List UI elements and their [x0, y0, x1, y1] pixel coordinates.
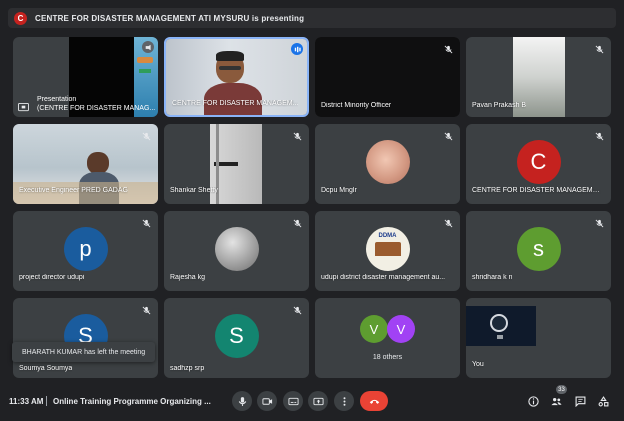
- meeting-details-button[interactable]: [525, 393, 541, 409]
- present-icon: [312, 397, 324, 405]
- tile-shankar-shetty[interactable]: Shankar Shetty: [164, 124, 309, 204]
- meeting-title: Online Training Programme Organizing ...: [53, 396, 211, 406]
- presentation-owner: (CENTRE FOR DISASTER MANAG...: [37, 105, 156, 112]
- participant-name: Shankar Shetty: [170, 187, 218, 194]
- pin-icon[interactable]: [142, 41, 154, 53]
- left-meeting-toast: BHARATH KUMAR has left the meeting: [12, 342, 155, 362]
- info-icon: [527, 395, 539, 407]
- avatar-image: [214, 227, 259, 271]
- tile-project-director-udupi[interactable]: p project director udupi: [13, 211, 158, 291]
- mic-off-icon: [442, 217, 454, 229]
- participant-name: shridhara k n: [472, 274, 513, 281]
- tile-dcpu-mnglr[interactable]: Dcpu Mnglr: [315, 124, 460, 204]
- mic-off-icon: [291, 304, 303, 316]
- presenting-banner: C CENTRE FOR DISASTER MANAGEMENT ATI MYS…: [8, 8, 616, 28]
- people-icon: [550, 397, 562, 405]
- camera-toggle-button[interactable]: [257, 391, 277, 411]
- avatar-image: [365, 140, 410, 184]
- participant-name: CENTRE FOR DISASTER MANAGEM...: [172, 100, 299, 107]
- current-time: 11:33 AM: [9, 396, 44, 406]
- camera-icon: [261, 397, 272, 405]
- participant-name: You: [472, 361, 484, 368]
- mic-toggle-button[interactable]: [232, 391, 252, 411]
- tile-others[interactable]: V V 18 others: [315, 298, 460, 378]
- ddma-logo: DDMA: [365, 227, 410, 271]
- avatar: s: [516, 227, 561, 271]
- tile-presentation[interactable]: Presentation (CENTRE FOR DISASTER MANAG.…: [13, 37, 158, 117]
- avatar: p: [63, 227, 108, 271]
- end-call-icon: [369, 399, 379, 404]
- mic-off-icon: [140, 217, 152, 229]
- tile-district-minority-officer[interactable]: District Minority Officer: [315, 37, 460, 117]
- tile-centre-disaster-2[interactable]: C CENTRE FOR DISASTER MANAGEMENT...: [466, 124, 611, 204]
- mic-off-icon: [291, 217, 303, 229]
- participant-video: [204, 51, 262, 115]
- mic-off-icon: [593, 130, 605, 142]
- mic-off-icon: [442, 130, 454, 142]
- self-logo: [490, 314, 508, 332]
- participant-name: CENTRE FOR DISASTER MANAGEMENT...: [472, 187, 604, 194]
- divider: [46, 396, 47, 406]
- chat-icon: [575, 396, 585, 407]
- others-count: 18 others: [372, 354, 403, 361]
- avatar-other-2: V: [387, 315, 415, 343]
- avatar-other-1: V: [360, 315, 388, 343]
- participant-name: Pavan Prakash B: [472, 102, 527, 109]
- mic-off-icon: [140, 130, 152, 142]
- mic-off-icon: [291, 130, 303, 142]
- tile-pavan-prakash[interactable]: Pavan Prakash B: [466, 37, 611, 117]
- captions-button[interactable]: [283, 391, 303, 411]
- chat-button[interactable]: [572, 393, 588, 409]
- participant-name: udupi district disaster management au...: [321, 274, 446, 281]
- more-icon: [343, 396, 345, 406]
- avatar: C: [516, 140, 561, 184]
- people-button[interactable]: [548, 393, 564, 409]
- tile-rajesha-kg[interactable]: Rajesha kg: [164, 211, 309, 291]
- presenter-avatar: C: [14, 11, 27, 25]
- activities-button[interactable]: [595, 393, 611, 409]
- mic-off-icon: [593, 43, 605, 55]
- activities-icon: [598, 395, 608, 406]
- tile-centre-disaster-speaking[interactable]: CENTRE FOR DISASTER MANAGEM...: [164, 37, 309, 117]
- mic-off-icon: [593, 217, 605, 229]
- tile-soumya-soumya[interactable]: S Soumya Soumya: [13, 298, 158, 378]
- present-now-button[interactable]: [308, 391, 328, 411]
- participant-name: District Minority Officer: [321, 102, 392, 109]
- tile-udupi-ddma[interactable]: DDMA udupi district disaster management …: [315, 211, 460, 291]
- participant-name: Rajesha kg: [170, 274, 206, 281]
- presentation-title: Presentation: [37, 96, 77, 103]
- avatar: S: [214, 314, 259, 358]
- present-icon: [18, 99, 29, 117]
- participant-count-badge: 33: [556, 385, 567, 394]
- mic-icon: [238, 396, 246, 406]
- tile-you[interactable]: You: [466, 298, 611, 378]
- captions-icon: [287, 397, 299, 405]
- participant-name: Soumya Soumya: [19, 365, 73, 372]
- end-call-button[interactable]: [360, 391, 388, 411]
- more-options-button[interactable]: [334, 391, 354, 411]
- tile-sadhzp-srp[interactable]: S sadhzp srp: [164, 298, 309, 378]
- presentation-label: Presentation (CENTRE FOR DISASTER MANAG.…: [37, 95, 155, 113]
- mic-off-icon: [140, 304, 152, 316]
- mic-on-icon: [291, 43, 303, 55]
- tile-executive-engineer[interactable]: Executive Engineer PRED GADAG: [13, 124, 158, 204]
- meeting-controls-bar: 11:33 AM Online Training Programme Organ…: [0, 386, 624, 416]
- participant-name: sadhzp srp: [170, 365, 205, 372]
- participant-name: project director udupi: [19, 274, 85, 281]
- presenting-text: CENTRE FOR DISASTER MANAGEMENT ATI MYSUR…: [35, 13, 305, 23]
- ddma-logo-text: DDMA: [378, 233, 397, 239]
- tile-shridhara-kn[interactable]: s shridhara k n: [466, 211, 611, 291]
- participant-name: Executive Engineer PRED GADAG: [19, 187, 128, 194]
- mic-off-icon: [442, 43, 454, 55]
- participant-name: Dcpu Mnglr: [321, 187, 357, 194]
